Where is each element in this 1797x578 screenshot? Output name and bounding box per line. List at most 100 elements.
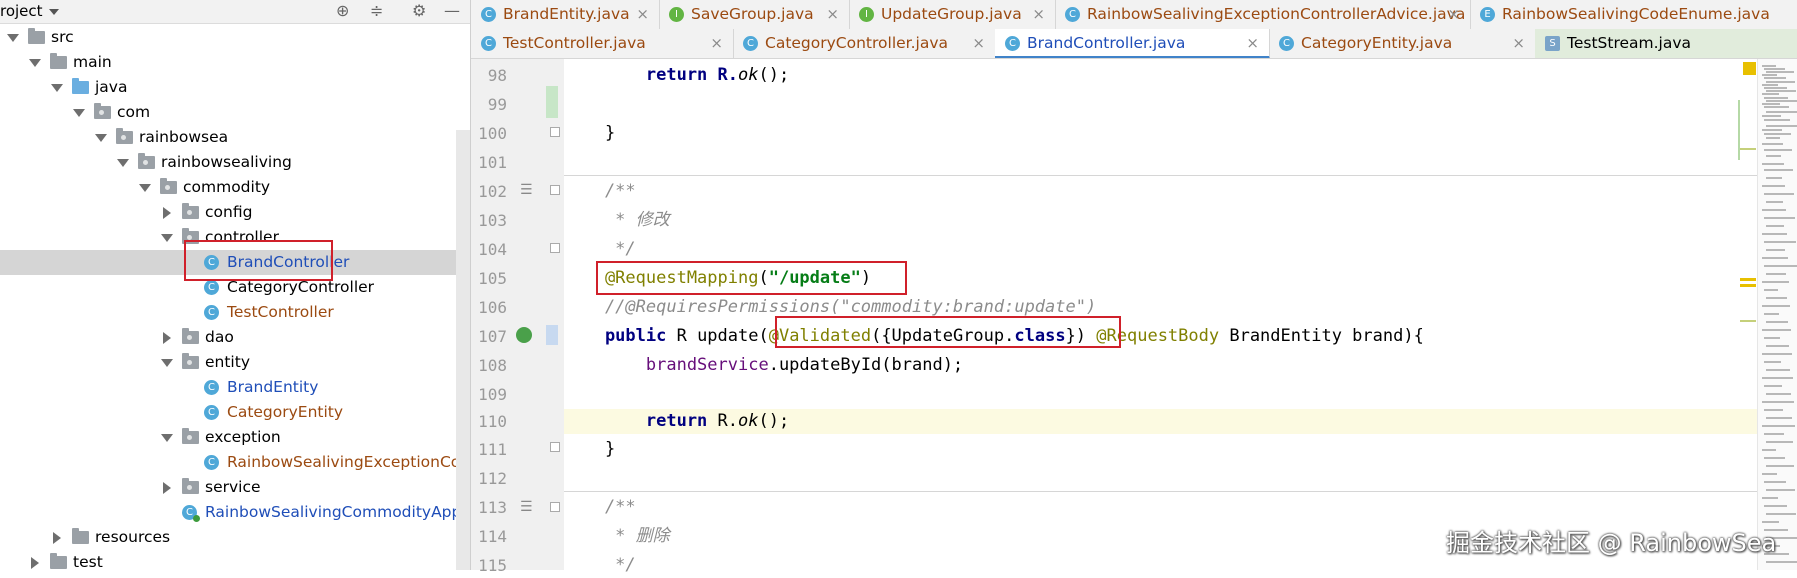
close-icon[interactable]: × — [710, 29, 723, 57]
code-text[interactable]: * 删除 — [564, 524, 669, 549]
editor-tab[interactable]: I UpdateGroup.java × — [849, 0, 1056, 29]
project-view-selector[interactable]: roject — [0, 2, 59, 20]
editor-tab[interactable]: S TestStream.java — [1535, 29, 1797, 58]
tab-label: UpdateGroup.java — [881, 5, 1022, 23]
editor-tab[interactable]: C CategoryEntity.java × — [1269, 29, 1536, 58]
minimap-line — [1764, 433, 1784, 435]
hide-panel-icon[interactable]: — — [444, 2, 460, 20]
line-number: 113 — [478, 498, 507, 517]
class-icon: C — [1005, 36, 1020, 51]
interface-icon: I — [669, 7, 684, 22]
minimap-line — [1766, 90, 1796, 92]
minimap-line — [1766, 81, 1795, 83]
minimap-line — [1762, 103, 1780, 105]
editor-tab[interactable]: C TestController.java × — [471, 29, 734, 58]
warning-indicator-icon[interactable] — [1743, 62, 1756, 75]
line-number: 112 — [478, 469, 507, 488]
minimap-line — [1764, 505, 1787, 507]
minimap-line — [1764, 133, 1791, 135]
minimap-line — [1764, 337, 1780, 339]
code-line-98: 98 return R.ok(); — [0, 63, 1797, 88]
minimap-line — [1762, 163, 1784, 165]
minimap-line — [1762, 401, 1794, 403]
minimap-line — [1764, 193, 1794, 195]
editor-tab[interactable]: C BrandEntity.java × — [471, 0, 660, 29]
editor-tab[interactable]: C BrandController.java × — [995, 29, 1270, 58]
editor-tab[interactable]: E RainbowSealivingCodeEnume.java — [1470, 0, 1797, 29]
tab-label: TestController.java — [503, 34, 646, 52]
chevron-down-icon[interactable] — [6, 25, 19, 50]
minimap-line — [1766, 111, 1797, 113]
close-icon[interactable]: × — [1246, 29, 1259, 57]
editor-tab[interactable]: C RainbowSealivingExceptionControllerAdvi… — [1055, 0, 1471, 29]
method-separator — [564, 175, 1757, 176]
code-text[interactable]: /** — [564, 495, 636, 520]
warning-stripe[interactable] — [1740, 278, 1756, 281]
minimap-line — [1762, 353, 1792, 355]
collapse-all-icon[interactable]: ≑ — [370, 2, 383, 20]
close-icon[interactable]: × — [1512, 29, 1525, 57]
change-stripe — [1738, 100, 1740, 160]
code-line-111: 111 } — [0, 437, 1797, 462]
line-number: 110 — [478, 412, 507, 431]
line-number: 109 — [478, 385, 507, 404]
close-icon[interactable]: × — [972, 29, 985, 57]
minimap-line — [1762, 185, 1785, 187]
tree-item[interactable]: src — [0, 25, 470, 50]
tab-label: RainbowSealivingExceptionControllerAdvic… — [1087, 5, 1466, 23]
code-text[interactable]: return R.ok(); — [564, 63, 789, 88]
method-separator — [564, 491, 1757, 492]
editor-tabs-row-2: C TestController.java × C CategoryController… — [471, 29, 1797, 59]
minimap-line — [1762, 74, 1777, 76]
minimap-line — [1766, 201, 1783, 203]
code-text[interactable]: } — [564, 121, 615, 146]
code-text[interactable]: /** — [564, 179, 636, 204]
close-icon[interactable]: × — [636, 0, 649, 28]
close-icon[interactable]: × — [1032, 0, 1045, 28]
code-text[interactable]: return R.ok(); — [564, 409, 789, 434]
minimap-line — [1764, 265, 1797, 267]
minimap-line — [1762, 281, 1789, 283]
change-stripe[interactable] — [1740, 148, 1756, 150]
minimap-line — [1764, 361, 1781, 363]
close-icon[interactable]: × — [1447, 0, 1460, 28]
minimap-line — [1764, 87, 1787, 89]
code-text[interactable]: */ — [564, 553, 635, 578]
class-icon: C — [743, 36, 758, 51]
class-icon: C — [1279, 36, 1294, 51]
minimap-line — [1762, 93, 1779, 95]
minimap-line — [1766, 441, 1793, 443]
minimap-line — [1762, 143, 1783, 145]
minimap-line — [1762, 497, 1778, 499]
editor-minimap[interactable] — [1757, 59, 1797, 570]
tab-label: CategoryEntity.java — [1301, 34, 1453, 52]
code-text[interactable]: * 修改 — [564, 208, 669, 233]
minimap-line — [1762, 425, 1795, 427]
line-number: 99 — [487, 95, 507, 114]
minimap-line — [1766, 465, 1794, 467]
minimap-line — [1766, 125, 1797, 127]
editor-tab[interactable]: I SaveGroup.java × — [659, 0, 850, 29]
minimap-line — [1764, 77, 1786, 79]
close-icon[interactable]: × — [826, 0, 839, 28]
minimap-line — [1762, 449, 1776, 451]
minimap-line — [1766, 273, 1786, 275]
code-text[interactable]: } — [564, 437, 615, 462]
minimap-line — [1764, 241, 1796, 243]
warning-stripe[interactable] — [1740, 284, 1756, 287]
class-icon: C — [481, 36, 496, 51]
minimap-line — [1762, 233, 1787, 235]
minimap-line — [1764, 289, 1778, 291]
minimap-line — [1764, 106, 1789, 108]
code-text[interactable]: brandService.updateById(brand); — [564, 353, 963, 378]
line-number: 104 — [478, 240, 507, 259]
locate-icon[interactable]: ⊕ — [336, 2, 349, 20]
code-line-113: 113 /** — [0, 495, 1797, 520]
code-text[interactable]: */ — [564, 237, 635, 262]
minimap-line — [1766, 369, 1790, 371]
editor-tab[interactable]: C CategoryController.java × — [733, 29, 996, 58]
change-stripe[interactable] — [1740, 320, 1756, 322]
gear-icon[interactable]: ⚙ — [412, 2, 426, 20]
chevron-down-icon[interactable] — [48, 8, 59, 15]
minimap-line — [1766, 345, 1789, 347]
